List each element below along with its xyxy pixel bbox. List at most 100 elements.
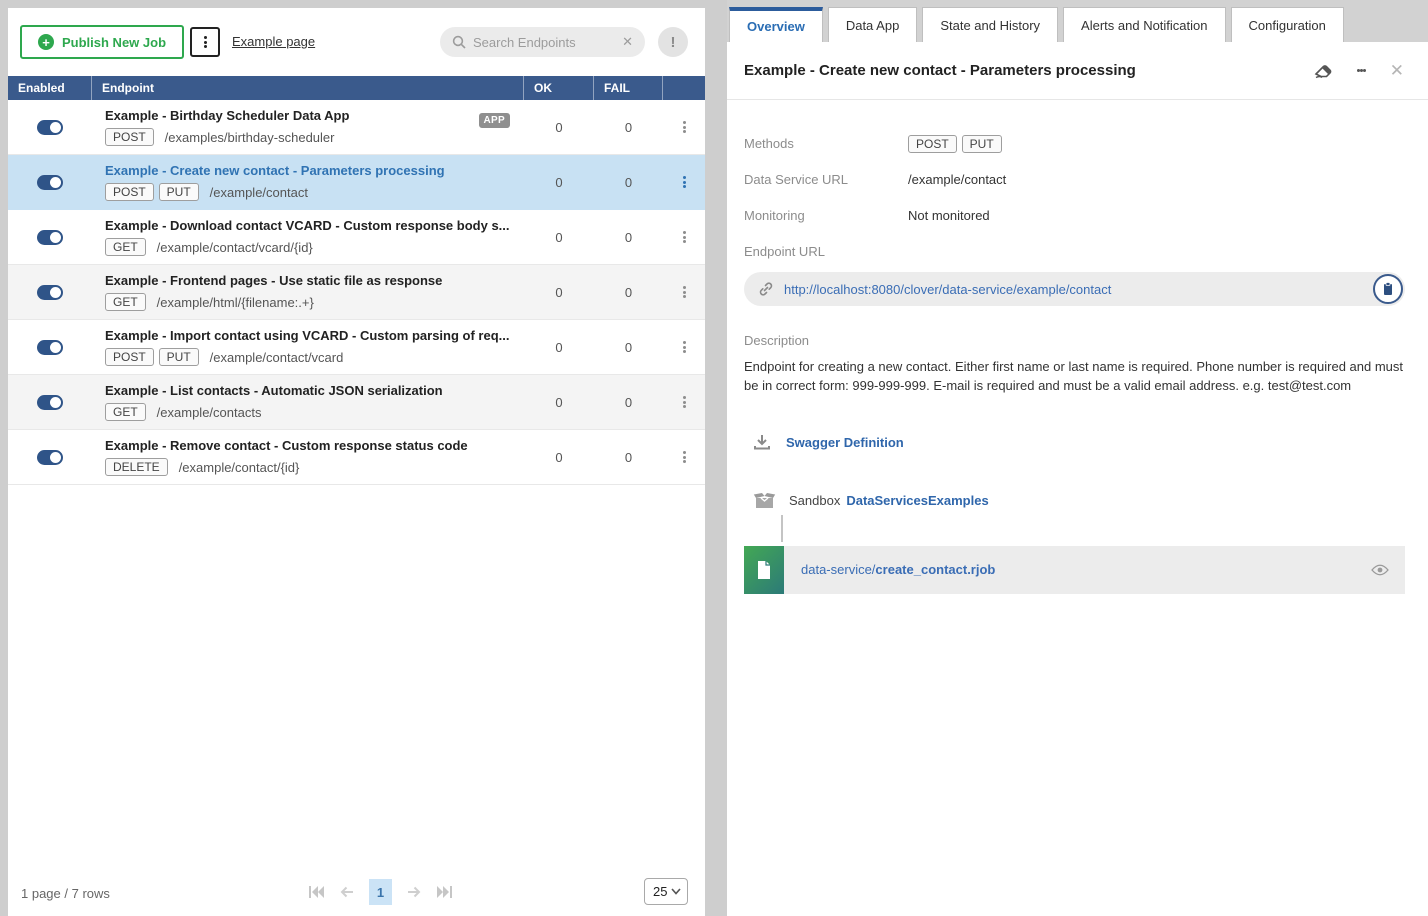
publish-new-job-button[interactable]: + Publish New Job bbox=[20, 25, 184, 59]
endpoint-url-link[interactable]: http://localhost:8080/clover/data-servic… bbox=[784, 282, 1373, 297]
job-file-icon-tile bbox=[744, 546, 784, 594]
kebab-icon bbox=[204, 35, 207, 50]
enabled-toggle[interactable] bbox=[37, 120, 63, 135]
enabled-toggle[interactable] bbox=[37, 285, 63, 300]
tab-overview[interactable]: Overview bbox=[729, 7, 823, 42]
method-badge: GET bbox=[105, 403, 146, 421]
row-menu-icon[interactable] bbox=[677, 171, 692, 194]
method-badges: GET bbox=[105, 238, 151, 256]
tab-label: Data App bbox=[846, 18, 900, 33]
row-menu-icon[interactable] bbox=[677, 336, 692, 359]
ok-count: 0 bbox=[524, 210, 594, 264]
job-file-name: create_contact.rjob bbox=[875, 562, 995, 577]
detail-tabbar: Overview Data App State and History Aler… bbox=[727, 0, 1428, 42]
endpoint-row[interactable]: Example - List contacts - Automatic JSON… bbox=[8, 375, 705, 430]
ok-count: 0 bbox=[524, 375, 594, 429]
enabled-toggle[interactable] bbox=[37, 340, 63, 355]
job-file-row[interactable]: data-service/create_contact.rjob bbox=[744, 546, 1405, 594]
endpoint-path: /examples/birthday-scheduler bbox=[165, 130, 335, 145]
row-menu-icon[interactable] bbox=[677, 116, 692, 139]
endpoint-row[interactable]: Example - Birthday Scheduler Data App PO… bbox=[8, 100, 705, 155]
enabled-toggle[interactable] bbox=[37, 175, 63, 190]
fail-count: 0 bbox=[594, 210, 663, 264]
toolbar-menu-button[interactable] bbox=[190, 27, 220, 57]
method-badge: POST bbox=[105, 128, 154, 146]
method-badge: GET bbox=[105, 238, 146, 256]
endpoint-row[interactable]: Example - Download contact VCARD - Custo… bbox=[8, 210, 705, 265]
methods-badges: POST PUT bbox=[908, 135, 1007, 153]
endpoint-row[interactable]: Example - Remove contact - Custom respon… bbox=[8, 430, 705, 485]
close-icon[interactable]: ✕ bbox=[1390, 61, 1404, 81]
endpoint-row[interactable]: Example - Create new contact - Parameter… bbox=[8, 155, 705, 210]
swagger-definition-link[interactable]: Swagger Definition bbox=[786, 435, 904, 450]
method-badge: PUT bbox=[962, 135, 1002, 153]
endpoint-row[interactable]: Example - Frontend pages - Use static fi… bbox=[8, 265, 705, 320]
ok-count: 0 bbox=[524, 155, 594, 209]
endpoint-title: Example - Download contact VCARD - Custo… bbox=[105, 218, 510, 233]
tab-data-app[interactable]: Data App bbox=[828, 7, 918, 42]
sandbox-name-link[interactable]: DataServicesExamples bbox=[846, 493, 988, 508]
tree-connector-line bbox=[781, 515, 783, 542]
fail-count: 0 bbox=[594, 100, 663, 154]
endpoint-title: Example - Frontend pages - Use static fi… bbox=[105, 273, 442, 288]
method-badge: POST bbox=[105, 183, 154, 201]
last-page-icon[interactable] bbox=[436, 885, 453, 899]
link-icon bbox=[758, 281, 774, 297]
copy-url-button[interactable] bbox=[1373, 274, 1403, 304]
ok-count: 0 bbox=[524, 320, 594, 374]
endpoint-path: /example/contact/{id} bbox=[179, 460, 300, 475]
pagination-bar: 1 page / 7 rows 1 25 bbox=[8, 868, 705, 916]
search-box[interactable]: ✕ bbox=[440, 27, 645, 57]
eraser-icon[interactable] bbox=[1314, 62, 1333, 79]
enabled-toggle[interactable] bbox=[37, 395, 63, 410]
endpoint-path: /example/contact bbox=[210, 185, 308, 200]
chevron-down-icon bbox=[671, 888, 681, 895]
endpoint-row[interactable]: Example - Import contact using VCARD - C… bbox=[8, 320, 705, 375]
method-badges: GET bbox=[105, 293, 151, 311]
page-size-select[interactable]: 25 bbox=[644, 878, 688, 905]
method-badge: DELETE bbox=[105, 458, 168, 476]
exclamation-button[interactable]: ! bbox=[658, 27, 688, 57]
monitoring-label: Monitoring bbox=[744, 208, 908, 223]
fail-count: 0 bbox=[594, 320, 663, 374]
method-badge: POST bbox=[908, 135, 957, 153]
description-text: Endpoint for creating a new contact. Eit… bbox=[744, 358, 1405, 396]
ok-count: 0 bbox=[524, 430, 594, 484]
first-page-icon[interactable] bbox=[308, 885, 325, 899]
endpoint-title: Example - Birthday Scheduler Data App bbox=[105, 108, 349, 123]
tab-alerts-and-notification[interactable]: Alerts and Notification bbox=[1063, 7, 1225, 42]
row-menu-icon[interactable] bbox=[677, 391, 692, 414]
enabled-toggle[interactable] bbox=[37, 450, 63, 465]
page-summary: 1 page / 7 rows bbox=[21, 886, 110, 901]
plus-icon: + bbox=[38, 34, 54, 50]
current-page-button[interactable]: 1 bbox=[369, 879, 392, 905]
endpoint-path: /example/contacts bbox=[157, 405, 262, 420]
clear-search-icon[interactable]: ✕ bbox=[620, 34, 635, 50]
row-menu-icon[interactable] bbox=[677, 446, 692, 469]
sandbox-label: Sandbox bbox=[789, 493, 840, 508]
header-actions bbox=[663, 76, 705, 100]
tab-label: Alerts and Notification bbox=[1081, 18, 1207, 33]
method-badge: PUT bbox=[159, 183, 199, 201]
tab-configuration[interactable]: Configuration bbox=[1231, 7, 1344, 42]
method-badges: POSTPUT bbox=[105, 348, 204, 366]
prev-page-icon[interactable] bbox=[339, 885, 355, 899]
search-input[interactable] bbox=[473, 35, 620, 50]
method-badge: PUT bbox=[159, 348, 199, 366]
copy-icon bbox=[1382, 282, 1394, 296]
data-service-url-label: Data Service URL bbox=[744, 172, 908, 187]
row-menu-icon[interactable] bbox=[677, 226, 692, 249]
detail-menu-icon[interactable] bbox=[1357, 68, 1366, 74]
monitoring-value: Not monitored bbox=[908, 208, 990, 223]
enabled-toggle[interactable] bbox=[37, 230, 63, 245]
example-page-link[interactable]: Example page bbox=[232, 34, 315, 49]
row-menu-icon[interactable] bbox=[677, 281, 692, 304]
eye-icon[interactable] bbox=[1371, 564, 1389, 576]
endpoint-url-label: Endpoint URL bbox=[744, 244, 908, 259]
tab-state-and-history[interactable]: State and History bbox=[922, 7, 1058, 42]
next-page-icon[interactable] bbox=[406, 885, 422, 899]
ok-count: 0 bbox=[524, 265, 594, 319]
sandbox-icon bbox=[753, 491, 776, 510]
job-file-link[interactable]: data-service/create_contact.rjob bbox=[801, 562, 1371, 577]
endpoint-path: /example/contact/vcard bbox=[210, 350, 344, 365]
